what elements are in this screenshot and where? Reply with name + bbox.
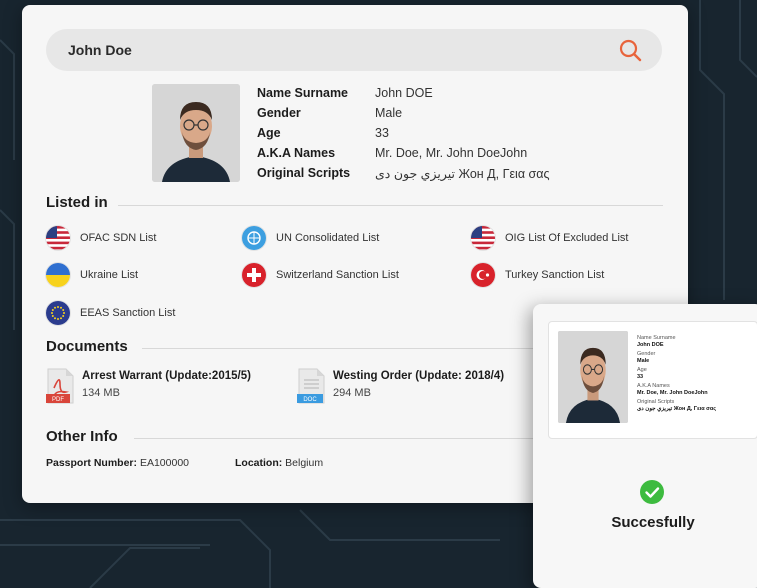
- list-item[interactable]: Ukraine List: [46, 263, 138, 287]
- detail-value: John DOE: [375, 86, 433, 100]
- list-item-label: Turkey Sanction List: [505, 269, 605, 281]
- check-circle-icon: [640, 480, 664, 504]
- mini-detail-value: تيريزي جون دی Жон Д, Γεια σας: [637, 406, 717, 412]
- mini-detail-value: John DOE: [637, 342, 664, 348]
- detail-row: Gender Male: [257, 103, 549, 123]
- documents-heading: Documents: [46, 338, 128, 355]
- document-title: Westing Order (Update: 2018/4): [333, 370, 505, 382]
- mini-profile-photo: [558, 331, 628, 423]
- mini-detail-value: Male: [637, 358, 650, 364]
- document-size: 134 MB: [82, 387, 120, 399]
- detail-label: A.K.A Names: [257, 146, 336, 160]
- mini-detail-value: 33: [637, 374, 644, 380]
- un-flag-icon: [242, 226, 266, 250]
- passport-info: Passport Number: EA100000: [46, 457, 189, 469]
- document-title: Arrest Warrant (Update:2015/5): [82, 370, 251, 382]
- file-type-label: DOC: [303, 397, 317, 403]
- detail-value: Mr. Doe, Mr. John DoeJohn: [375, 146, 528, 160]
- detail-label: Age: [257, 126, 281, 140]
- location-value: Belgium: [285, 457, 324, 469]
- detail-label: Gender: [257, 106, 301, 120]
- mini-detail-value: Mr. Doe, Mr. John DoeJohn: [637, 390, 708, 396]
- document-item[interactable]: PDF Arrest Warrant (Update:2015/5) 134 M…: [46, 368, 251, 404]
- location-info: Location: Belgium: [235, 457, 323, 469]
- passport-label: Passport Number:: [46, 457, 138, 469]
- success-message: Succesfully: [611, 514, 695, 531]
- turkey-flag-icon: [471, 263, 495, 287]
- list-item-label: Switzerland Sanction List: [276, 269, 399, 281]
- detail-row: A.K.A Names Mr. Doe, Mr. John DoeJohn: [257, 143, 549, 163]
- ukraine-flag-icon: [46, 263, 70, 287]
- list-item-label: EEAS Sanction List: [80, 307, 176, 319]
- list-item[interactable]: Turkey Sanction List: [471, 263, 604, 287]
- list-item[interactable]: UN Consolidated List: [242, 226, 379, 250]
- list-item-label: OFAC SDN List: [80, 232, 157, 244]
- detail-value: Male: [375, 106, 403, 120]
- listed-in-heading: Listed in: [46, 194, 108, 211]
- detail-value: 33: [375, 126, 389, 140]
- detail-value: تيريزي جون دی Жон Д, Γεια σας: [375, 166, 550, 181]
- list-item-label: OIG List Of Excluded List: [505, 232, 629, 244]
- detail-row: Age 33: [257, 123, 549, 143]
- doc-file-icon: DOC: [297, 368, 325, 404]
- usa-flag-icon: [46, 226, 70, 250]
- location-label: Location:: [235, 457, 283, 469]
- list-item-label: Ukraine List: [80, 269, 139, 281]
- mini-detail-label: Name Surname: [637, 335, 676, 341]
- eu-flag-icon: [46, 301, 70, 325]
- mini-detail-label: Age: [637, 367, 647, 373]
- mini-detail-label: Gender: [637, 351, 656, 357]
- pdf-file-icon: PDF: [46, 368, 74, 404]
- list-item[interactable]: OFAC SDN List: [46, 226, 156, 250]
- passport-value: EA100000: [139, 457, 189, 469]
- list-item[interactable]: OIG List Of Excluded List: [471, 226, 629, 250]
- mini-profile-card: Name Surname John DOE Gender Male Age 33…: [548, 321, 757, 439]
- detail-label: Original Scripts: [257, 166, 351, 180]
- result-card: Name Surname John DOE Gender Male Age 33…: [533, 304, 757, 588]
- profile-details: Name Surname John DOE Gender Male Age 33…: [257, 83, 549, 183]
- mini-detail-label: A.K.A Names: [637, 383, 670, 389]
- detail-row: Original Scripts تيريزي جون دی Жон Д, Γε…: [257, 163, 549, 183]
- profile-photo: [152, 84, 240, 182]
- document-size: 294 MB: [333, 387, 371, 399]
- mini-detail-label: Original Scripts: [637, 399, 675, 405]
- divider: [118, 205, 663, 206]
- other-info-heading: Other Info: [46, 428, 118, 445]
- search-input[interactable]: [68, 29, 588, 71]
- detail-row: Name Surname John DOE: [257, 83, 549, 103]
- list-item-label: UN Consolidated List: [276, 232, 380, 244]
- search-bar: [46, 29, 662, 71]
- list-item[interactable]: EEAS Sanction List: [46, 301, 175, 325]
- file-type-label: PDF: [52, 397, 64, 403]
- document-item[interactable]: DOC Westing Order (Update: 2018/4) 294 M…: [297, 368, 504, 404]
- switzerland-flag-icon: [242, 263, 266, 287]
- usa-flag-icon: [471, 226, 495, 250]
- list-item[interactable]: Switzerland Sanction List: [242, 263, 399, 287]
- detail-label: Name Surname: [257, 86, 349, 100]
- search-icon[interactable]: [618, 38, 642, 62]
- mini-profile-details: Name Surname John DOE Gender Male Age 33…: [637, 335, 755, 415]
